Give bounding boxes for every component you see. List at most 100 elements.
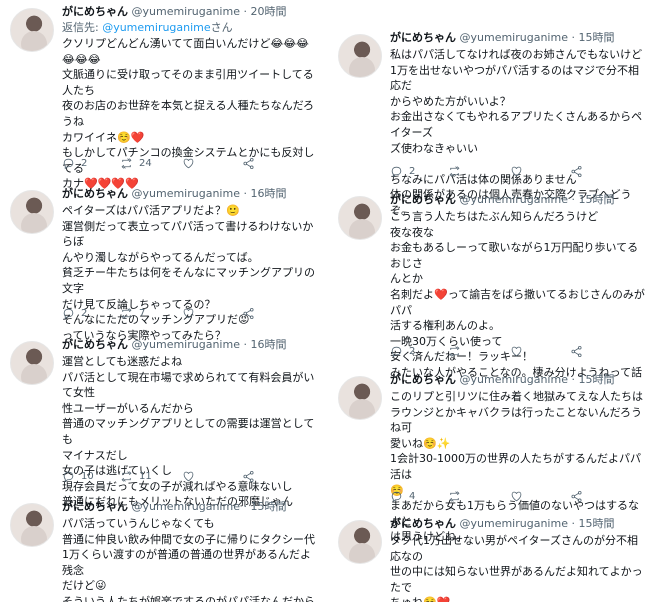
user-handle[interactable]: @yumemiruganime: [460, 517, 568, 530]
timestamp[interactable]: 15時間: [250, 500, 286, 513]
like-button[interactable]: [182, 469, 195, 483]
reply-icon: [63, 308, 74, 319]
reply-count: 2: [409, 345, 416, 357]
share-button[interactable]: [242, 306, 255, 320]
reply-icon: [63, 158, 74, 169]
display-name[interactable]: がにめちゃん: [390, 517, 456, 530]
user-handle[interactable]: @yumemiruganime: [460, 373, 568, 386]
user-handle[interactable]: @yumemiruganime: [132, 500, 240, 513]
tweet-header: がにめちゃん @yumemiruganime · 15時間: [62, 500, 287, 513]
reply-to: 返信先: @yumemiruganimeさん: [62, 21, 233, 34]
reply-button[interactable]: 2: [62, 306, 87, 320]
display-name[interactable]: がにめちゃん: [62, 5, 128, 18]
avatar[interactable]: [10, 341, 54, 385]
reply-mention-link[interactable]: @yumemiruganime: [102, 21, 210, 34]
heart-icon: [183, 308, 194, 318]
tweet-header: がにめちゃん @yumemiruganime · 16時間: [62, 338, 287, 351]
timestamp[interactable]: 15時間: [578, 31, 614, 44]
reply-button[interactable]: 2: [390, 164, 415, 178]
retweet-count: 11: [139, 470, 152, 482]
tweet-header: がにめちゃん @yumemiruganime · 15時間: [390, 517, 615, 530]
like-button[interactable]: [510, 344, 523, 358]
share-icon: [571, 345, 582, 357]
reply-icon: [63, 471, 74, 482]
reply-count: 10: [81, 470, 94, 482]
like-button[interactable]: [182, 156, 195, 170]
timestamp[interactable]: 15時間: [578, 517, 614, 530]
retweet-icon: [121, 307, 132, 319]
tweet-actions: 10 11: [62, 469, 282, 483]
timestamp[interactable]: 16時間: [250, 187, 286, 200]
user-handle[interactable]: @yumemiruganime: [132, 338, 240, 351]
retweet-count: 7: [139, 307, 146, 319]
tweet-header: がにめちゃん @yumemiruganime · 16時間: [62, 187, 287, 200]
retweet-button[interactable]: 11: [120, 469, 152, 483]
tweet-text: ペイターズはパパ活アプリだよ？🙂 運営側だって表立ってパパ活って書けるわけないか…: [62, 204, 315, 342]
reply-count: 2: [81, 157, 88, 169]
tweet-header: がにめちゃん @yumemiruganime · 15時間: [390, 31, 615, 44]
heart-icon: [183, 471, 194, 481]
share-button[interactable]: [570, 164, 583, 178]
tweet-actions: 2: [390, 344, 610, 358]
tweet-header: がにめちゃん @yumemiruganime · 15時間: [390, 193, 615, 206]
user-handle[interactable]: @yumemiruganime: [132, 5, 240, 18]
display-name[interactable]: がにめちゃん: [390, 373, 456, 386]
share-button[interactable]: [242, 469, 255, 483]
retweet-icon: [449, 345, 460, 357]
reply-button[interactable]: 2: [62, 156, 87, 170]
share-icon: [243, 157, 254, 169]
retweet-button[interactable]: 7: [120, 306, 145, 320]
reply-icon: [391, 346, 402, 357]
timestamp[interactable]: 20時間: [250, 5, 286, 18]
retweet-icon: [121, 157, 132, 169]
avatar[interactable]: [10, 190, 54, 234]
share-button[interactable]: [570, 489, 583, 503]
display-name[interactable]: がにめちゃん: [62, 500, 128, 513]
heart-icon: [511, 491, 522, 501]
reply-icon: [391, 491, 402, 502]
reply-button[interactable]: 2: [390, 344, 415, 358]
reply-button[interactable]: 4: [390, 489, 415, 503]
like-button[interactable]: [510, 489, 523, 503]
user-handle[interactable]: @yumemiruganime: [132, 187, 240, 200]
share-icon: [243, 307, 254, 319]
display-name[interactable]: がにめちゃん: [62, 338, 128, 351]
tweet-text: パパ活っていうんじゃなくても 普通に仲良い飲み仲間で女の子に帰りにタクシー代 1…: [62, 517, 315, 602]
tweet-header: がにめちゃん @yumemiruganime · 20時間: [62, 5, 287, 18]
retweet-button[interactable]: 24: [120, 156, 152, 170]
reply-button[interactable]: 10: [62, 469, 94, 483]
timestamp[interactable]: 15時間: [578, 193, 614, 206]
share-button[interactable]: [242, 156, 255, 170]
timestamp[interactable]: 16時間: [250, 338, 286, 351]
user-handle[interactable]: @yumemiruganime: [460, 193, 568, 206]
timestamp[interactable]: 15時間: [578, 373, 614, 386]
retweet-count: 24: [139, 157, 152, 169]
retweet-button[interactable]: [448, 344, 461, 358]
tweet-text: 運営としても迷惑だよね パパ活として現在市場で求められてて有料会員がいて女性 性…: [62, 355, 315, 509]
retweet-button[interactable]: [448, 489, 461, 503]
heart-icon: [183, 158, 194, 168]
avatar[interactable]: [338, 34, 382, 78]
tweet-actions: 2 24: [62, 156, 282, 170]
user-handle[interactable]: @yumemiruganime: [460, 31, 568, 44]
like-button[interactable]: [510, 164, 523, 178]
avatar[interactable]: [10, 8, 54, 52]
display-name[interactable]: がにめちゃん: [390, 31, 456, 44]
share-icon: [571, 165, 582, 177]
share-button[interactable]: [570, 344, 583, 358]
retweet-icon: [121, 470, 132, 482]
tweet-actions: 2 7: [62, 306, 282, 320]
reply-count: 4: [409, 490, 416, 502]
avatar[interactable]: [338, 376, 382, 420]
avatar[interactable]: [338, 520, 382, 564]
display-name[interactable]: がにめちゃん: [62, 187, 128, 200]
avatar[interactable]: [338, 196, 382, 240]
share-icon: [243, 470, 254, 482]
reply-icon: [391, 166, 402, 177]
retweet-icon: [449, 490, 460, 502]
display-name[interactable]: がにめちゃん: [390, 193, 456, 206]
retweet-button[interactable]: [448, 164, 461, 178]
reply-count: 2: [409, 165, 416, 177]
like-button[interactable]: [182, 306, 195, 320]
avatar[interactable]: [10, 503, 54, 547]
